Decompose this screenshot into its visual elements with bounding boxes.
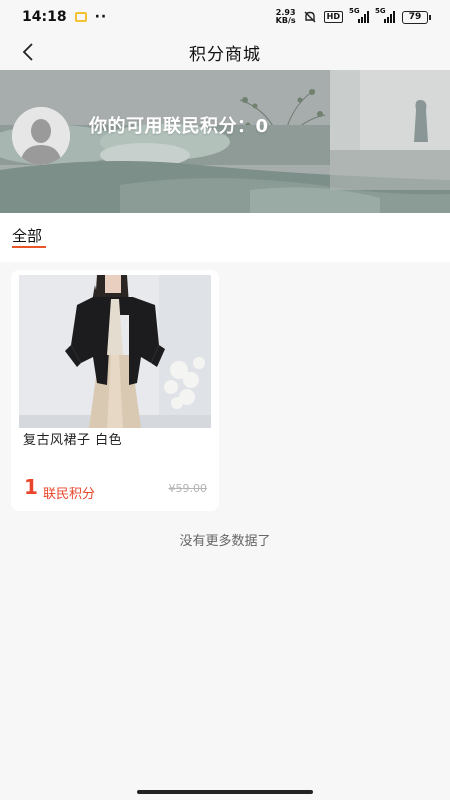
product-image xyxy=(19,275,211,428)
avatar[interactable] xyxy=(12,107,70,165)
back-button[interactable] xyxy=(14,38,42,66)
category-tabs: 全部 xyxy=(0,213,450,262)
nav-bar: 积分商城 xyxy=(0,34,450,70)
user-avatar-icon xyxy=(12,107,70,165)
status-bar: 14:18 ·· 2.93 KB/s HD 5G 5G 79 xyxy=(0,0,450,34)
hd-badge: HD xyxy=(323,11,343,23)
network-speed-unit: KB/s xyxy=(275,16,296,25)
mute-bell-icon xyxy=(304,11,316,23)
product-name: 复古风裙子 白色 xyxy=(23,433,123,448)
tab-all[interactable]: 全部 xyxy=(12,225,42,246)
active-tab-indicator xyxy=(12,246,46,248)
home-indicator[interactable] xyxy=(137,790,313,794)
no-more-data-text: 没有更多数据了 xyxy=(179,534,271,549)
signal-icon: 5G xyxy=(349,7,369,23)
signal-icon-2: 5G xyxy=(375,7,395,23)
product-photo xyxy=(19,275,211,428)
network-speed: 2.93 KB/s xyxy=(276,9,296,25)
signal-label: 5G xyxy=(349,7,360,15)
more-notifications-icon: ·· xyxy=(94,9,108,25)
page-title: 积分商城 xyxy=(189,44,261,65)
available-points-label: 你的可用联民积分：0 xyxy=(89,116,269,137)
signal-label-2: 5G xyxy=(375,7,386,15)
status-time: 14:18 xyxy=(22,9,67,25)
product-card[interactable]: 复古风裙子 白色 1 联民积分 ¥59.00 xyxy=(11,270,219,511)
chevron-left-icon xyxy=(22,43,33,61)
notification-icon xyxy=(74,12,87,22)
battery-icon: 79 xyxy=(402,10,431,24)
product-original-price: ¥59.00 xyxy=(168,482,208,495)
product-points-price: 1 xyxy=(24,475,38,499)
points-banner: 你的可用联民积分：0 xyxy=(0,70,450,213)
product-points-unit: 联民积分 xyxy=(43,487,96,502)
